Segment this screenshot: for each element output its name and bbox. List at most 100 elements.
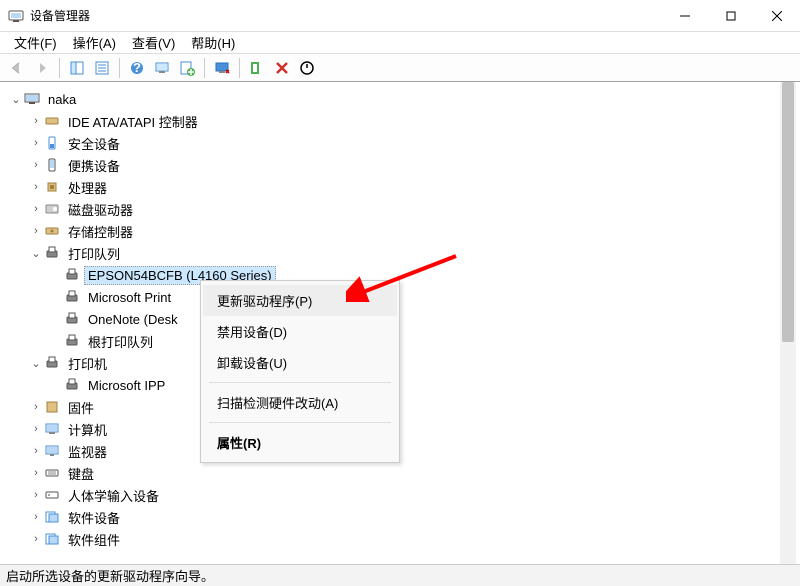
tree-item-printqueue[interactable]: ⌄ 打印队列 — [8, 242, 776, 264]
disk-icon — [44, 201, 60, 217]
tree-item-keyboard[interactable]: › 键盘 — [8, 462, 776, 484]
expander-icon[interactable]: › — [28, 203, 44, 215]
monitor-icon — [44, 443, 60, 459]
ctx-uninstall-device[interactable]: 卸载设备(U) — [203, 347, 397, 378]
close-button[interactable] — [754, 0, 800, 31]
ctx-properties[interactable]: 属性(R) — [203, 427, 397, 458]
tree-item-portable[interactable]: › 便携设备 — [8, 154, 776, 176]
tree-label: Microsoft IPP — [84, 376, 169, 395]
tree-label: 根打印队列 — [84, 330, 157, 353]
minimize-button[interactable] — [662, 0, 708, 31]
expander-icon[interactable]: ⌄ — [28, 247, 44, 260]
remove-button[interactable] — [271, 57, 293, 79]
title-bar: 设备管理器 — [0, 0, 800, 32]
tree-label: 存储控制器 — [64, 220, 137, 243]
show-hide-console-button[interactable] — [66, 57, 88, 79]
printer-icon — [64, 267, 80, 283]
tree-label: IDE ATA/ATAPI 控制器 — [64, 110, 202, 133]
tree-label: 磁盘驱动器 — [64, 198, 137, 221]
toolbar-separator — [59, 58, 60, 78]
printer-icon — [44, 245, 60, 261]
menu-bar: 文件(F) 操作(A) 查看(V) 帮助(H) — [0, 32, 800, 54]
expander-icon[interactable]: › — [28, 423, 44, 435]
expander-icon[interactable]: › — [28, 137, 44, 149]
window-title: 设备管理器 — [30, 7, 662, 24]
menu-action[interactable]: 操作(A) — [65, 31, 124, 54]
tree-label: 计算机 — [64, 418, 111, 441]
ctx-separator — [209, 422, 391, 423]
properties-button[interactable] — [91, 57, 113, 79]
forward-button[interactable] — [31, 57, 53, 79]
disable-button[interactable] — [211, 57, 233, 79]
tree-label: 安全设备 — [64, 132, 124, 155]
printer-icon — [64, 311, 80, 327]
tree-item-security[interactable]: › 安全设备 — [8, 132, 776, 154]
computer-icon — [24, 91, 40, 107]
menu-help[interactable]: 帮助(H) — [183, 31, 243, 54]
ide-icon — [44, 113, 60, 129]
ctx-disable-device[interactable]: 禁用设备(D) — [203, 316, 397, 347]
expander-icon[interactable]: › — [28, 225, 44, 237]
expander-icon[interactable]: › — [28, 533, 44, 545]
expander-icon[interactable]: ⌄ — [28, 357, 44, 370]
tree-label: 人体学输入设备 — [64, 484, 163, 507]
menu-file[interactable]: 文件(F) — [6, 31, 65, 54]
uninstall-button[interactable] — [246, 57, 268, 79]
expander-icon[interactable]: › — [28, 181, 44, 193]
tree-root[interactable]: ⌄ naka — [8, 88, 776, 110]
expander-icon[interactable]: › — [28, 489, 44, 501]
tree-label: 键盘 — [64, 462, 98, 485]
toolbar-separator — [119, 58, 120, 78]
status-bar: 启动所选设备的更新驱动程序向导。 — [0, 564, 800, 586]
expander-icon[interactable]: › — [28, 467, 44, 479]
printer-icon — [44, 355, 60, 371]
scan-button[interactable] — [151, 57, 173, 79]
status-text: 启动所选设备的更新驱动程序向导。 — [6, 566, 214, 585]
expander-icon[interactable]: › — [28, 445, 44, 457]
expander-icon[interactable]: › — [28, 115, 44, 127]
tree-area: ⌄ naka › IDE ATA/ATAPI 控制器 › 安全设备 › 便携设备… — [4, 82, 796, 564]
back-button[interactable] — [6, 57, 28, 79]
software-icon — [44, 531, 60, 547]
expander-icon[interactable]: › — [28, 511, 44, 523]
tree-label: 软件组件 — [64, 528, 124, 551]
tree-label: 便携设备 — [64, 154, 124, 177]
tree-item-swcomp[interactable]: › 软件组件 — [8, 528, 776, 550]
printer-icon — [64, 289, 80, 305]
security-icon — [44, 135, 60, 151]
scrollbar-thumb[interactable] — [782, 82, 794, 342]
expander-icon[interactable]: › — [28, 159, 44, 171]
keyboard-icon — [44, 465, 60, 481]
tree-item-hid[interactable]: › 人体学输入设备 — [8, 484, 776, 506]
toolbar-separator — [204, 58, 205, 78]
expander-icon[interactable]: ⌄ — [8, 93, 24, 106]
software-icon — [44, 509, 60, 525]
tree-label: 打印机 — [64, 352, 111, 375]
help-button[interactable]: ? — [126, 57, 148, 79]
update-driver-button[interactable] — [176, 57, 198, 79]
menu-view[interactable]: 查看(V) — [124, 31, 183, 54]
svg-text:?: ? — [133, 60, 141, 75]
tree-item-swdev[interactable]: › 软件设备 — [8, 506, 776, 528]
tree-item-cpu[interactable]: › 处理器 — [8, 176, 776, 198]
tree-label: 固件 — [64, 396, 98, 419]
tree-label: naka — [44, 90, 80, 109]
tree-label: 监视器 — [64, 440, 111, 463]
tree-label: 处理器 — [64, 176, 111, 199]
app-icon — [8, 8, 24, 24]
computer-icon — [44, 421, 60, 437]
expander-icon[interactable]: › — [28, 401, 44, 413]
enable-button[interactable] — [296, 57, 318, 79]
ctx-update-driver[interactable]: 更新驱动程序(P) — [203, 285, 397, 316]
tree-item-disk[interactable]: › 磁盘驱动器 — [8, 198, 776, 220]
context-menu: 更新驱动程序(P) 禁用设备(D) 卸载设备(U) 扫描检测硬件改动(A) 属性… — [200, 280, 400, 463]
scrollbar[interactable] — [780, 82, 796, 564]
ctx-separator — [209, 382, 391, 383]
ctx-scan-hardware[interactable]: 扫描检测硬件改动(A) — [203, 387, 397, 418]
tree-item-ide[interactable]: › IDE ATA/ATAPI 控制器 — [8, 110, 776, 132]
maximize-button[interactable] — [708, 0, 754, 31]
tree-item-storage[interactable]: › 存储控制器 — [8, 220, 776, 242]
tree-label: 打印队列 — [64, 242, 124, 265]
printer-icon — [64, 333, 80, 349]
firmware-icon — [44, 399, 60, 415]
